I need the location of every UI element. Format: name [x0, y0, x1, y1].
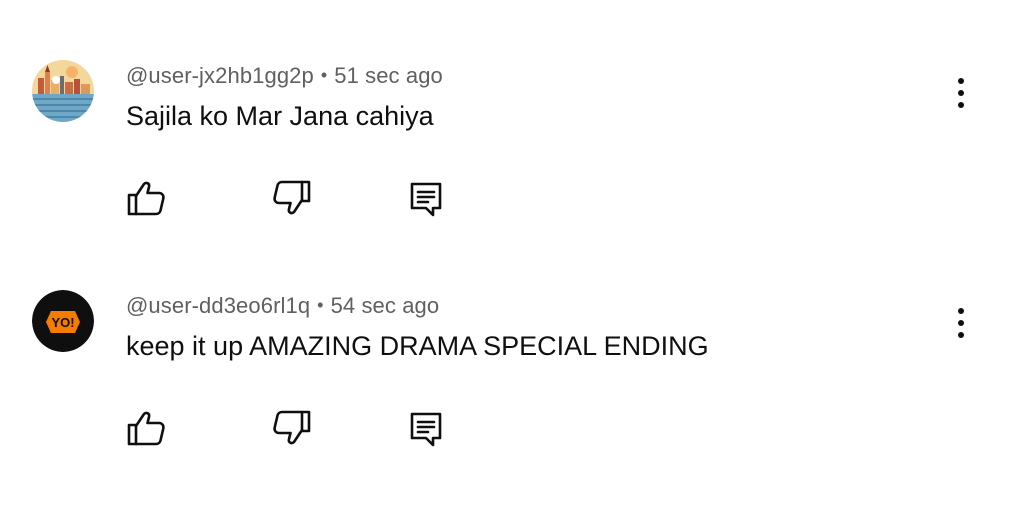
comment-meta: @user-jx2hb1gg2p • 51 sec ago: [126, 63, 443, 89]
dislike-button[interactable]: [270, 176, 314, 220]
comment-text: Sajila ko Mar Jana cahiya: [126, 101, 434, 131]
reply-button[interactable]: [404, 406, 448, 450]
city-avatar-image: [32, 60, 94, 122]
comment-actions: [0, 176, 1024, 220]
avatar[interactable]: YO!: [32, 290, 94, 352]
more-vertical-icon-dot: [958, 320, 964, 326]
avatar[interactable]: [32, 60, 94, 122]
more-vertical-icon: [958, 78, 964, 84]
more-vertical-icon-dot: [958, 90, 964, 96]
comment-username[interactable]: @user-jx2hb1gg2p: [126, 63, 314, 88]
meta-separator: •: [317, 295, 324, 315]
avatar-label: YO!: [51, 315, 74, 330]
reply-comment-icon: [410, 412, 442, 447]
thumbs-down-icon: [273, 180, 311, 215]
comment-time: 54 sec ago: [330, 293, 440, 318]
comment-time: 51 sec ago: [334, 63, 443, 88]
comment-item: @user-jx2hb1gg2p • 51 sec ago Sajila ko Ma…: [0, 0, 1024, 220]
reply-button[interactable]: [404, 176, 448, 220]
comment-actions: [0, 406, 1024, 450]
like-button[interactable]: [124, 406, 168, 450]
like-button[interactable]: [124, 176, 168, 220]
comment-meta: @user-dd3eo6rl1q • 54 sec ago: [126, 293, 439, 319]
more-options-button[interactable]: [946, 304, 976, 344]
thumbs-down-icon: [273, 410, 311, 445]
dislike-button[interactable]: [270, 406, 314, 450]
more-options-button[interactable]: [946, 74, 976, 114]
comment-username[interactable]: @user-dd3eo6rl1q: [126, 293, 310, 318]
reply-comment-icon: [410, 182, 442, 217]
comment-text: keep it up AMAZING DRAMA SPECIAL ENDING: [126, 331, 709, 361]
thumbs-up-icon: [127, 181, 165, 216]
more-vertical-icon-dot: [958, 332, 964, 338]
thumbs-up-icon: [127, 411, 165, 446]
meta-separator: •: [320, 65, 328, 85]
comment-item: YO! @user-dd3eo6rl1q • 54 sec ago keep it …: [0, 230, 1024, 450]
more-vertical-icon: [958, 308, 964, 314]
more-vertical-icon-dot: [958, 102, 964, 108]
yo-avatar-image: YO!: [32, 290, 94, 352]
